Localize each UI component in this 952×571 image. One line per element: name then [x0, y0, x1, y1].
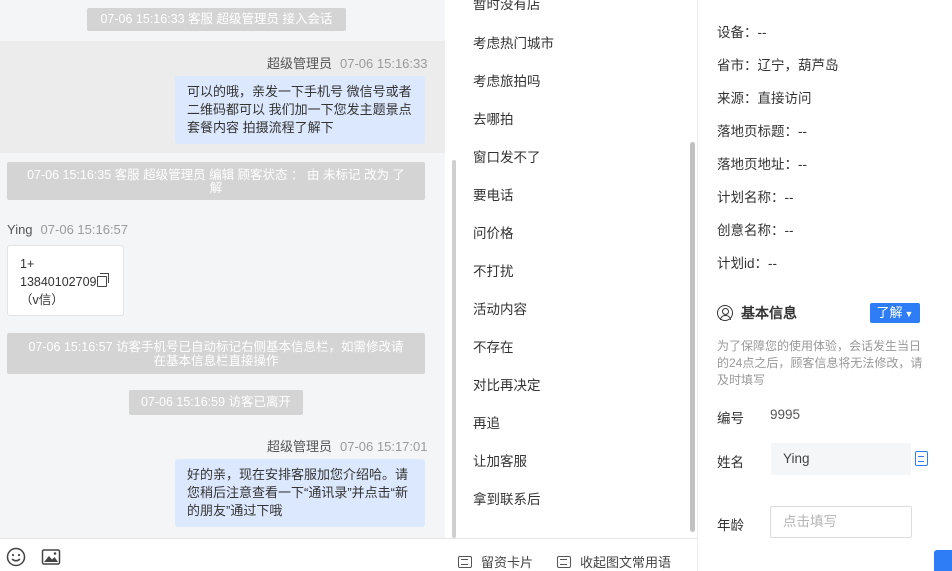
visitor-info-panel: 设备：-- 省市：辽宁，葫芦岛 来源：直接访问 落地页标题：-- 落地页地址：-… [697, 0, 952, 571]
message-time: 07-06 15:17:01 [340, 439, 428, 454]
system-message: 07-06 15:16:33 客服 超级管理员 接入会话 [87, 8, 346, 31]
floating-action-button[interactable] [934, 550, 952, 571]
message-line: 二维码都可以 我们加一下您发主题景点 [187, 102, 412, 117]
message-line: 好的亲，现在安排客服加您介绍哈。请 [187, 467, 409, 482]
chat-panel: 07-06 15:16:33 客服 超级管理员 接入会话 超级管理员 07-06 … [0, 0, 445, 571]
plan-id-info: 计划id：-- [717, 256, 777, 271]
image-icon[interactable] [41, 547, 61, 567]
system-message: 07-06 15:16:35 客服 超级管理员 编辑 顾客状态 ： 由 未标记 … [7, 162, 425, 200]
phrase-item[interactable]: 对比再决定 [473, 374, 541, 394]
quick-phrases-panel: 暂时没有店 考虑热门城市 考虑旅拍吗 去哪拍 窗口发不了 要电话 问价格 不打扰… [457, 0, 697, 538]
phrase-item[interactable]: 考虑热门城市 [473, 32, 554, 52]
info-note: 为了保障您的使用体验，会话发生当日的24点之后，顾客信息将无法修改，请及时填写 [717, 339, 923, 387]
phrase-item[interactable]: 考虑旅拍吗 [473, 70, 541, 90]
message-bubble[interactable]: 可以的哦，亲发一下手机号 微信号或者 二维码都可以 我们加一下您发主题景点 套餐… [175, 76, 425, 144]
phrases-icon [557, 556, 571, 568]
section-title: 基本信息 [717, 303, 797, 323]
number-value: 9995 [770, 407, 801, 422]
phrase-item[interactable]: 让加客服 [473, 450, 527, 470]
learn-dropdown-button[interactable]: 了解 ▼ [870, 303, 920, 323]
number-label: 编号 [717, 411, 744, 426]
phrase-item[interactable]: 再追 [473, 412, 500, 432]
learn-button-label: 了解 [876, 305, 903, 320]
phrase-item[interactable]: 窗口发不了 [473, 146, 541, 166]
phrase-item[interactable]: 问价格 [473, 222, 514, 242]
lead-card-button[interactable]: 留资卡片 [458, 552, 533, 571]
copy-icon[interactable] [97, 273, 110, 287]
phrase-item[interactable]: 去哪拍 [473, 108, 514, 128]
message-header: 超级管理员 07-06 15:16:33 [267, 53, 427, 72]
phrase-item[interactable]: 不存在 [473, 336, 514, 356]
message-bubble[interactable]: 好的亲，现在安排客服加您介绍哈。请 您稍后注意查看一下“通讯录”并点击“新 的朋… [175, 459, 425, 527]
message-line: 套餐内容 拍摄流程了解下 [187, 120, 334, 135]
landing-title-info: 落地页标题：-- [717, 124, 807, 139]
emoji-icon[interactable] [6, 547, 26, 567]
message-header: Ying 07-06 15:16:57 [7, 222, 128, 237]
section-title-text: 基本信息 [741, 305, 797, 321]
phrase-item[interactable]: 暂时没有店 [473, 0, 541, 13]
card-line: （v信） [20, 293, 64, 307]
age-input[interactable]: 点击填写 [770, 506, 912, 538]
name-label: 姓名 [717, 455, 744, 470]
system-line: 在基本信息栏直接操作 [153, 354, 279, 368]
message-card[interactable]: 1+ 13840102709 （v信） [7, 245, 124, 316]
phrases-scrollbar[interactable] [690, 142, 695, 532]
creative-name-info: 创意名称：-- [717, 223, 794, 238]
chat-scrollbar[interactable] [452, 160, 456, 538]
message-line: 的朋友”通过下哦 [187, 503, 283, 518]
phrase-item[interactable]: 拿到联系后 [473, 488, 541, 508]
phrase-item[interactable]: 要电话 [473, 184, 514, 204]
landing-url-info: 落地页地址：-- [717, 157, 807, 172]
age-label: 年龄 [717, 518, 744, 533]
system-message: 07-06 15:16:57 访客手机号已自动标记右侧基本信息栏，如需修改请 在… [7, 333, 425, 374]
message-line: 可以的哦，亲发一下手机号 微信号或者 [187, 84, 412, 99]
message-header: 超级管理员 07-06 15:17:01 [267, 436, 427, 455]
message-time: 07-06 15:16:57 [40, 222, 129, 237]
fold-phrases-button[interactable]: 收起图文常用语 [557, 552, 671, 571]
person-icon [717, 305, 733, 321]
system-line: 07-06 15:16:57 访客手机号已自动标记右侧基本信息栏，如需修改请 [28, 340, 404, 354]
device-info: 设备：-- [717, 25, 767, 40]
system-line: 解 [209, 181, 223, 195]
lead-card-label: 留资卡片 [481, 555, 534, 570]
caret-down-icon: ▼ [904, 309, 914, 319]
edit-icon[interactable] [915, 451, 928, 466]
name-field[interactable]: Ying [771, 443, 911, 475]
card-icon [458, 556, 472, 568]
phrase-item[interactable]: 不打扰 [473, 260, 514, 280]
system-message: 07-06 15:16:59 访客已离开 [129, 390, 303, 415]
card-line: 1+ [20, 257, 35, 271]
phrase-item[interactable]: 活动内容 [473, 298, 527, 318]
message-line: 您稍后注意查看一下“通讯录”并点击“新 [187, 485, 408, 500]
province-info: 省市：辽宁，葫芦岛 [717, 58, 839, 73]
message-time: 07-06 15:16:33 [340, 56, 428, 71]
chat-toolbar [0, 538, 445, 571]
sender-name: Ying [7, 222, 33, 237]
plan-name-info: 计划名称：-- [717, 190, 794, 205]
sender-name: 超级管理员 [267, 439, 333, 454]
source-info: 来源：直接访问 [717, 91, 812, 106]
fold-phrases-label: 收起图文常用语 [580, 555, 672, 570]
sender-name: 超级管理员 [267, 56, 333, 71]
phone-number: 13840102709 [20, 275, 97, 289]
phrases-footer: 留资卡片 收起图文常用语 [445, 538, 697, 571]
